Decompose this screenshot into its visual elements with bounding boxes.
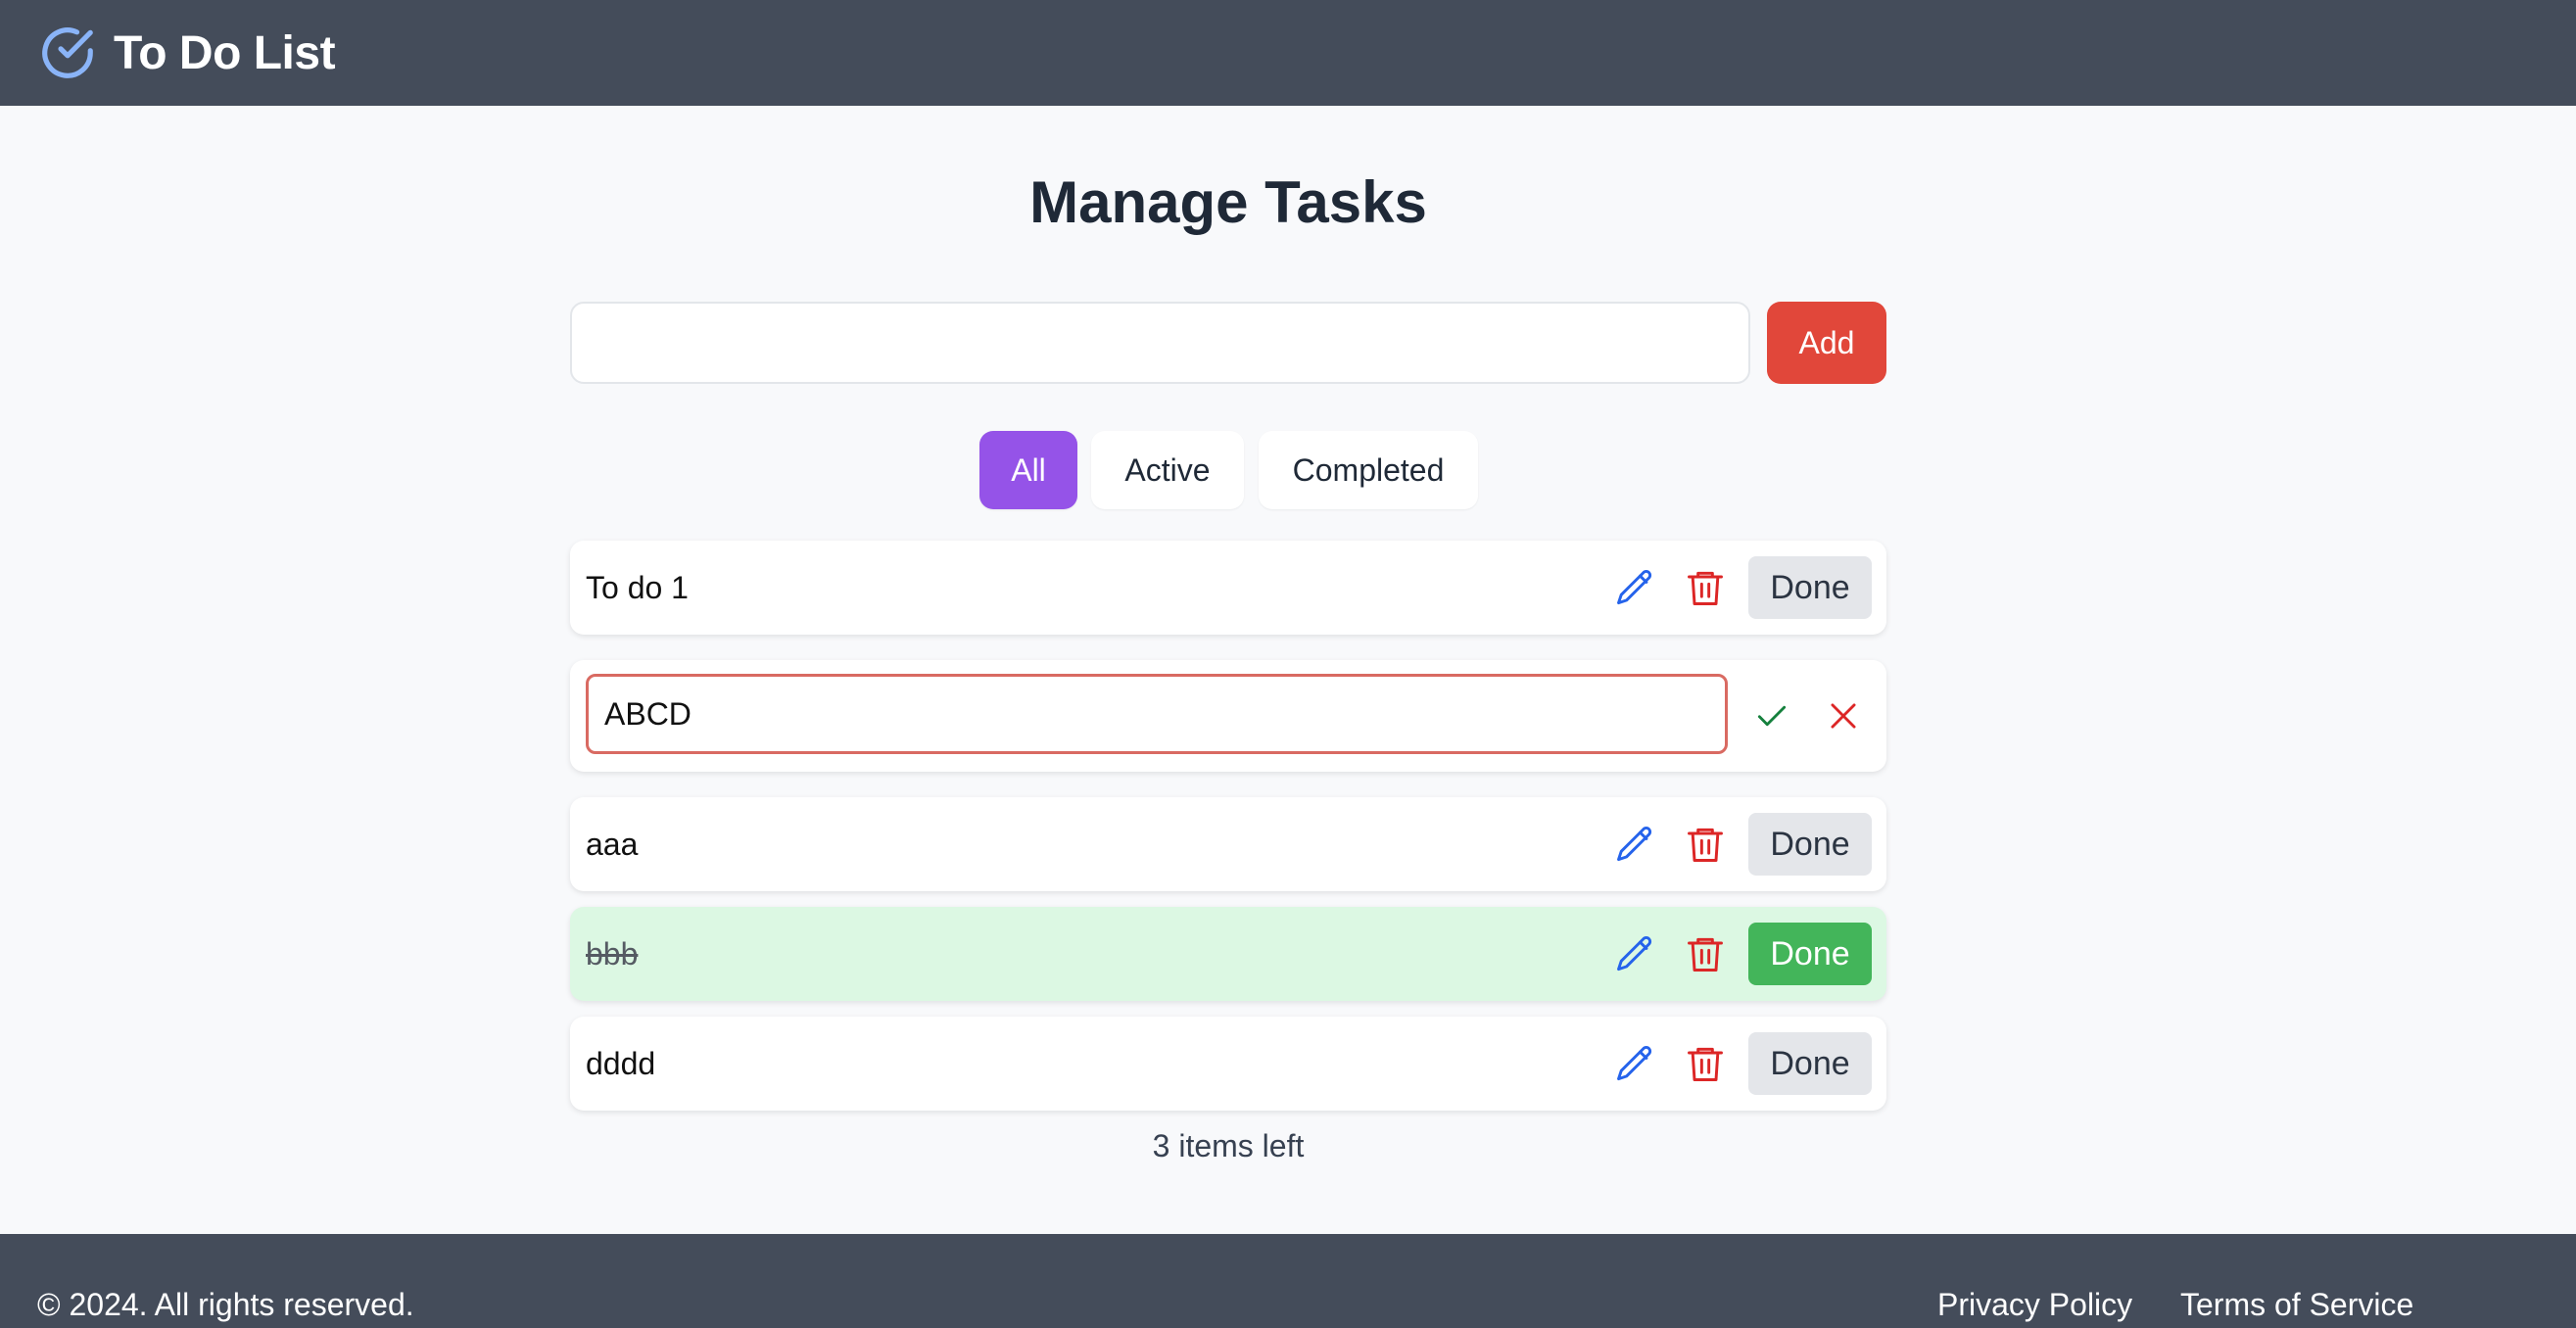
edit-pencil-icon[interactable] xyxy=(1607,1036,1662,1091)
task-row-completed: bbb Done xyxy=(570,907,1886,1001)
page-title: Manage Tasks xyxy=(1029,169,1427,235)
trash-icon[interactable] xyxy=(1678,926,1733,981)
filter-completed[interactable]: Completed xyxy=(1259,431,1478,509)
app-footer: © 2024. All rights reserved. Privacy Pol… xyxy=(0,1234,2576,1328)
filter-all[interactable]: All xyxy=(979,431,1077,509)
task-text: dddd xyxy=(586,1045,656,1081)
edit-pencil-icon[interactable] xyxy=(1607,560,1662,615)
done-button[interactable]: Done xyxy=(1748,813,1872,876)
confirm-check-icon[interactable] xyxy=(1744,688,1799,743)
cancel-x-icon[interactable] xyxy=(1816,688,1871,743)
task-text: To do 1 xyxy=(586,569,689,605)
task-text: bbb xyxy=(586,935,639,972)
done-button[interactable]: Done xyxy=(1748,923,1872,985)
trash-icon[interactable] xyxy=(1678,1036,1733,1091)
check-circle-icon xyxy=(42,27,93,78)
trash-icon[interactable] xyxy=(1678,817,1733,872)
add-task-form: Add xyxy=(570,302,1886,384)
app-header: To Do List xyxy=(0,0,2576,106)
done-button[interactable]: Done xyxy=(1748,556,1872,619)
done-button[interactable]: Done xyxy=(1748,1032,1872,1095)
edit-pencil-icon[interactable] xyxy=(1607,817,1662,872)
add-button[interactable]: Add xyxy=(1767,302,1886,384)
task-row: dddd Done xyxy=(570,1017,1886,1111)
privacy-policy-link[interactable]: Privacy Policy xyxy=(1937,1287,2132,1323)
items-left-count: 3 items left xyxy=(1152,1128,1305,1163)
task-text: aaa xyxy=(586,826,639,862)
filter-active[interactable]: Active xyxy=(1091,431,1244,509)
edit-pencil-icon[interactable] xyxy=(1607,926,1662,981)
task-row: aaa Done xyxy=(570,797,1886,891)
task-row-editing xyxy=(570,660,1886,772)
main-content: Manage Tasks Add All Active Completed To… xyxy=(0,106,2576,1234)
app-title: To Do List xyxy=(114,26,336,79)
trash-icon[interactable] xyxy=(1678,560,1733,615)
copyright-text: © 2024. All rights reserved. xyxy=(37,1287,414,1322)
new-task-input[interactable] xyxy=(570,302,1750,384)
edit-task-input[interactable] xyxy=(586,674,1728,754)
terms-of-service-link[interactable]: Terms of Service xyxy=(2180,1287,2413,1323)
task-row: To do 1 Done xyxy=(570,541,1886,635)
